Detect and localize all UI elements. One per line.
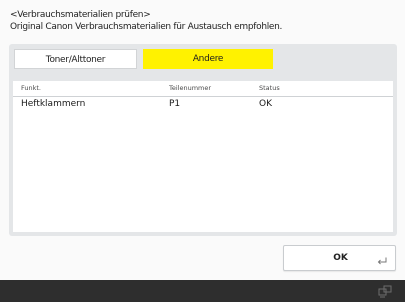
tab-andere-label: Andere (192, 54, 224, 64)
consumables-panel: Toner/Alttoner Andere Funkt. Teilenummer… (9, 44, 397, 236)
tab-toner-label: Toner/Alttoner (45, 55, 106, 65)
tab-toner[interactable]: Toner/Alttoner (14, 49, 137, 69)
status-bar (0, 280, 405, 302)
list-header: Funkt. Teilenummer Status (13, 81, 393, 97)
column-header-status: Status (259, 84, 280, 92)
row-status: OK (259, 99, 272, 109)
network-icon (378, 285, 392, 298)
table-row[interactable]: Heftklammern P1 OK (13, 97, 393, 111)
header: <Verbrauchsmaterialien prüfen> Original … (10, 9, 282, 33)
column-header-part-number: Teilenummer (169, 84, 212, 92)
column-header-function: Funkt. (21, 84, 42, 92)
row-part-number: P1 (169, 99, 181, 109)
ok-button[interactable]: OK (283, 245, 396, 271)
consumables-screen: <Verbrauchsmaterialien prüfen> Original … (0, 0, 405, 302)
row-name: Heftklammern (21, 99, 86, 109)
screen-message: Original Canon Verbrauchsmaterialien für… (10, 22, 283, 32)
enter-icon (377, 257, 387, 265)
screen-title: <Verbrauchsmaterialien prüfen> (10, 10, 151, 20)
consumables-list: Funkt. Teilenummer Status Heftklammern P… (13, 81, 393, 232)
tab-andere[interactable]: Andere (143, 49, 273, 69)
